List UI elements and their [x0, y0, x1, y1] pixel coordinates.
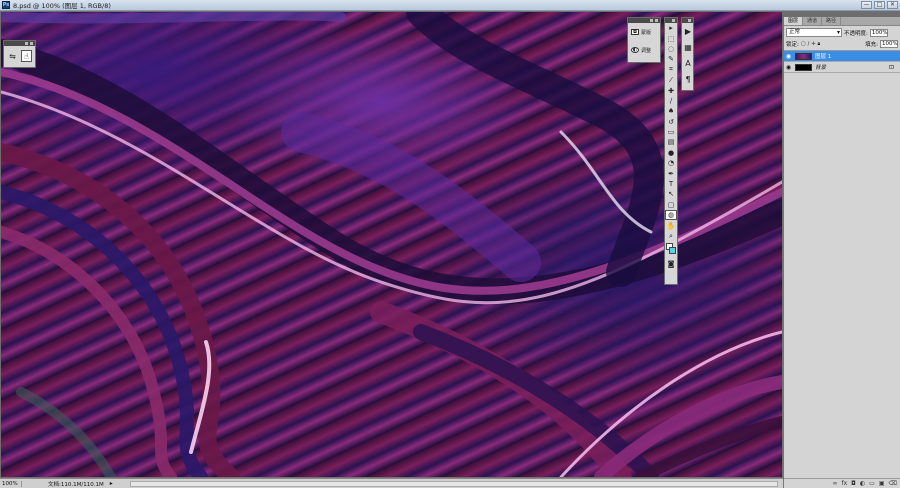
layer-row-layer1[interactable]: ◉ 图层 1	[784, 51, 900, 62]
lock-image-icon[interactable]: ∕	[808, 41, 810, 47]
photoshop-app-icon: Ps	[2, 1, 10, 9]
dodge-tool-icon[interactable]: ◔	[665, 158, 677, 168]
document-title: 8.psd @ 100% (图层 1, RGB/8)	[13, 2, 111, 10]
history-brush-tool-icon[interactable]: ↺	[665, 117, 677, 127]
minimize-button[interactable]: —	[861, 1, 872, 9]
layer-name: 图层 1	[815, 54, 832, 60]
swirl-band	[1, 12, 346, 24]
lock-label: 锁定:	[786, 42, 799, 48]
opacity-field[interactable]: 100%	[869, 28, 888, 37]
layers-panel-footer: ∞ fx ◘ ◐ ▭ ▣ ⌫	[784, 478, 900, 488]
quick-select-tool-icon[interactable]: ✎	[665, 54, 677, 64]
adjustments-label: 调整	[641, 47, 652, 54]
horizontal-scrollbar[interactable]	[130, 481, 778, 487]
adjustments-panel-button[interactable]: ◐ 调整	[628, 41, 660, 59]
path-select-tool-icon[interactable]: ↖	[665, 189, 677, 199]
layer-thumbnail	[795, 52, 812, 60]
marquee-tool-icon[interactable]: ⬚	[665, 33, 677, 43]
opacity-label: 不透明度:	[844, 30, 868, 37]
layer-mask-icon[interactable]: ◘	[851, 480, 856, 487]
layers-comp-icon[interactable]: ▦	[682, 39, 694, 55]
tab-layers[interactable]: 图层	[784, 17, 804, 25]
tool-list: ▸ ⬚ ◌ ✎ ⌗ ⁄ ✚ ∕ ♠ ↺ ▭ ▤ ● ◔ ✒ T ↖ ▢ ◍ ✋ ⌕	[665, 23, 677, 241]
healing-brush-tool-icon[interactable]: ✚	[665, 85, 677, 95]
tab-channels[interactable]: 通道	[803, 17, 823, 25]
tool-options-panel: ⇋ ☝	[3, 40, 36, 68]
document-size: 文档:110.1M/110.1M	[48, 481, 104, 488]
tab-paths[interactable]: 路径	[822, 17, 842, 25]
swirl-band	[16, 387, 116, 477]
link-layers-icon[interactable]: ∞	[833, 480, 838, 487]
hand-tool-icon[interactable]: ✋	[665, 220, 677, 230]
pen-tool-icon[interactable]: ✒	[665, 168, 677, 178]
lock-position-icon[interactable]: ✛	[811, 41, 815, 47]
panel-dock: ▶ ▦ A ¶	[681, 17, 694, 91]
layer-row-background[interactable]: ◉ 背景 ⊡	[784, 62, 900, 73]
trash-icon[interactable]: ⌫	[889, 480, 897, 487]
blend-mode-select[interactable]: 正常	[786, 28, 842, 37]
layers-panel: 图层 通道 路径 正常 不透明度: 100% 锁定: ▢ ∕ ✛ 🔒︎ 填充: …	[783, 17, 900, 488]
masks-icon: ◘	[631, 29, 639, 35]
adjustment-layer-icon[interactable]: ◐	[860, 480, 865, 487]
masks-label: 蒙版	[641, 29, 652, 36]
character-icon[interactable]: A	[682, 55, 694, 71]
paragraph-icon[interactable]: ¶	[682, 71, 694, 87]
gradient-tool-icon[interactable]: ▤	[665, 137, 677, 147]
swirl-band	[1, 185, 208, 477]
eyedropper-tool-icon[interactable]: ⁄	[665, 75, 677, 85]
play-actions-icon[interactable]: ▶	[682, 23, 694, 39]
visibility-eye-icon[interactable]: ◉	[784, 64, 793, 71]
move-tool-icon[interactable]: ▸	[665, 23, 677, 33]
color-swatches[interactable]	[665, 243, 677, 257]
masks-panel-button[interactable]: ◘ 蒙版	[628, 23, 660, 41]
puppet-hand-icon[interactable]: ☝	[20, 50, 32, 62]
close-button[interactable]: ✕	[887, 1, 898, 9]
lasso-tool-icon[interactable]: ◌	[665, 44, 677, 54]
3d-rotate-tool-icon[interactable]: ◍	[665, 210, 677, 221]
status-menu-arrow[interactable]: ▸	[110, 480, 113, 487]
new-layer-icon[interactable]: ▣	[879, 480, 885, 487]
layers-panel-tabs: 图层 通道 路径	[784, 17, 900, 26]
fill-label: 填充:	[865, 42, 878, 48]
type-tool-icon[interactable]: T	[665, 179, 677, 189]
fx-icon[interactable]: fx	[842, 480, 848, 487]
zoom-level[interactable]: 100%	[0, 480, 22, 487]
lock-icon: ⊡	[888, 63, 894, 71]
group-icon[interactable]: ▭	[869, 480, 875, 487]
fill-field[interactable]: 100%	[880, 40, 898, 48]
document-title-bar[interactable]: Ps 8.psd @ 100% (图层 1, RGB/8) — □ ✕	[0, 0, 900, 11]
side-list: ▶ ▦ A ¶	[682, 23, 693, 87]
zoom-tool-icon[interactable]: ⌕	[665, 231, 677, 241]
tools-panel: ▸ ⬚ ◌ ✎ ⌗ ⁄ ✚ ∕ ♠ ↺ ▭ ▤ ● ◔ ✒ T ↖ ▢ ◍ ✋ ⌕ ◙	[664, 17, 678, 285]
blur-tool-icon[interactable]: ●	[665, 148, 677, 158]
crop-tool-icon[interactable]: ⌗	[665, 65, 677, 75]
status-bar: 100% 文档:110.1M/110.1M ▸	[0, 478, 783, 488]
adjustments-icon: ◐	[631, 47, 639, 53]
visibility-eye-icon[interactable]: ◉	[784, 53, 793, 60]
maximize-button[interactable]: □	[874, 1, 885, 9]
adjust-sliders-icon[interactable]: ⇋	[7, 50, 18, 62]
stamp-tool-icon[interactable]: ♠	[665, 106, 677, 116]
layer-name: 背景	[815, 65, 827, 71]
shape-tool-icon[interactable]: ▢	[665, 200, 677, 210]
quick-mask-icon[interactable]: ◙	[665, 259, 677, 269]
lock-all-icon[interactable]: 🔒︎	[817, 41, 820, 47]
adjustments-panel: ◘ 蒙版 ◐ 调整	[627, 17, 661, 63]
photoshop-window: Ps 8.psd @ 100% (图层 1, RGB/8) — □ ✕ ⇋ ☝ …	[0, 0, 900, 488]
eraser-tool-icon[interactable]: ▭	[665, 127, 677, 137]
brush-tool-icon[interactable]: ∕	[665, 96, 677, 106]
background-color-swatch[interactable]	[669, 247, 676, 255]
layer-thumbnail	[795, 63, 812, 71]
lock-transparency-icon[interactable]: ▢	[801, 41, 806, 47]
